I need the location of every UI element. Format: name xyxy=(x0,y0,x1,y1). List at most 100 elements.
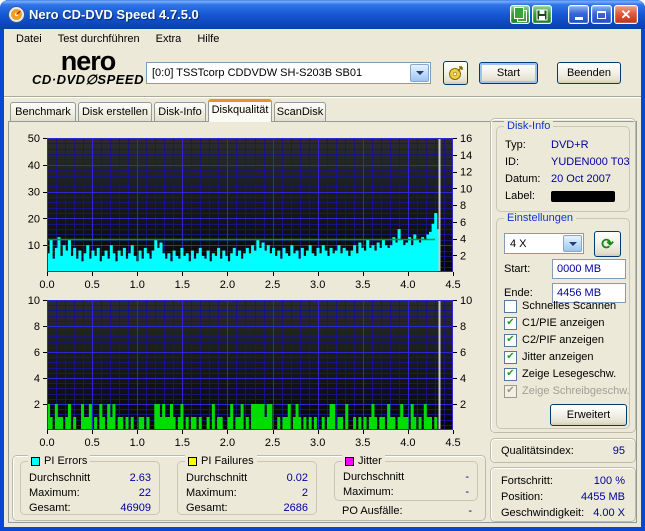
svg-text:0.5: 0.5 xyxy=(84,279,99,290)
disk-label-label: Label: xyxy=(505,190,535,202)
checkbox-read-speed[interactable]: ✔ Zeige Lesegeschw. xyxy=(504,367,630,381)
position-label: Position: xyxy=(501,490,544,503)
advanced-button-label: Erweitert xyxy=(566,409,611,421)
chevron-down-icon xyxy=(415,71,424,75)
svg-text:3.5: 3.5 xyxy=(355,437,370,449)
svg-text:2: 2 xyxy=(460,250,466,262)
menu-extra[interactable]: Extra xyxy=(148,31,190,47)
speed-label: Geschwindigkeit: xyxy=(501,506,585,519)
disk-id-label: ID: xyxy=(505,156,520,168)
eject-button[interactable] xyxy=(443,61,468,85)
quit-button[interactable]: Beenden xyxy=(557,62,621,84)
checkbox-c2-pif[interactable]: ✔ C2/PIF anzeigen xyxy=(504,333,630,347)
svg-text:2.5: 2.5 xyxy=(265,437,280,449)
pi-errors-max-value: 22 xyxy=(138,486,151,499)
floppy-disk-icon xyxy=(536,9,548,20)
disk-label-redacted xyxy=(551,190,615,202)
tab-disk-info[interactable]: Disk-Info xyxy=(154,102,206,121)
svg-text:10: 10 xyxy=(460,295,472,307)
checkbox-box xyxy=(504,299,517,313)
minimize-button[interactable] xyxy=(568,5,589,24)
disk-typ-label: Typ: xyxy=(505,139,526,151)
quality-label: Qualitätsindex: xyxy=(501,444,574,457)
settings-checkbox-list: Schnelles Scannen ✔ C1/PIE anzeigen ✔ C2/PIF… xyxy=(504,299,630,398)
pi-errors-chart: 10 20 30 40 50 2 4 6 8 10 12 14 16 0.0 0.5 1.0 1.5 2.0 2.5… xyxy=(28,133,473,290)
maximize-button[interactable] xyxy=(591,5,612,24)
checkbox-box: ✔ xyxy=(504,333,517,347)
minimize-icon xyxy=(574,17,583,20)
quality-value: 95 xyxy=(612,444,625,457)
disk-id-value: YUDEN000 T03 xyxy=(551,156,630,168)
pi-failures-max-label: Maximum: xyxy=(186,486,237,499)
svg-text:4.0: 4.0 xyxy=(400,279,415,290)
jitter-avg-label: Durchschnitt xyxy=(343,470,405,483)
save-button[interactable] xyxy=(532,5,552,24)
advanced-button[interactable]: Erweitert xyxy=(550,404,627,426)
menu-datei[interactable]: Datei xyxy=(8,31,50,47)
progress-label: Fortschritt: xyxy=(501,474,553,487)
start-pos-input[interactable] xyxy=(552,259,626,279)
svg-text:8: 8 xyxy=(460,321,466,333)
window-title: Nero CD-DVD Speed 4.7.5.0 xyxy=(29,7,199,22)
pi-errors-max-label: Maximum: xyxy=(29,486,80,499)
tab-diskqualitaet[interactable]: Diskqualität xyxy=(208,99,272,122)
pi-failures-total-value: 2686 xyxy=(283,501,308,514)
svg-text:3.0: 3.0 xyxy=(310,437,325,449)
jitter-avg-value: - xyxy=(465,470,469,483)
copy-to-clipboard-button[interactable] xyxy=(510,5,530,24)
checkbox-label: Zeige Schreibgeschw. xyxy=(522,385,630,397)
checkbox-jitter[interactable]: ✔ Jitter anzeigen xyxy=(504,350,630,364)
refresh-button[interactable]: ⟳ xyxy=(594,231,621,257)
disk-info-group: Disk-Info Typ: DVD+R ID: YUDEN000 T03 Da… xyxy=(496,120,630,212)
svg-text:6: 6 xyxy=(460,217,466,229)
po-failures-row: PO Ausfälle: - xyxy=(342,504,472,517)
nero-logo: nero CD·DVD∅SPEED xyxy=(12,48,164,87)
svg-text:1.0: 1.0 xyxy=(130,279,145,290)
app-window: Nero CD-DVD Speed 4.7.5.0 ✕ Datei Test d… xyxy=(0,0,645,531)
jitter-stats-title: Jitter xyxy=(358,455,382,467)
jitter-legend-swatch xyxy=(345,456,354,466)
svg-text:12: 12 xyxy=(460,167,472,179)
jitter-max-value: - xyxy=(465,485,469,498)
svg-text:10: 10 xyxy=(28,295,40,307)
svg-text:8: 8 xyxy=(460,200,466,212)
disk-datum-value: 20 Oct 2007 xyxy=(551,173,611,185)
start-button[interactable]: Start xyxy=(479,62,538,84)
svg-text:2.0: 2.0 xyxy=(220,437,235,449)
position-value: 4455 MB xyxy=(580,490,625,503)
checkbox-fast-scan[interactable]: Schnelles Scannen xyxy=(504,299,630,313)
menu-test-durchfuehren[interactable]: Test durchführen xyxy=(50,31,148,47)
tab-disk-erstellen[interactable]: Disk erstellen xyxy=(78,102,152,121)
svg-text:1.5: 1.5 xyxy=(175,279,190,290)
drive-select[interactable]: [0:0] TSSTcorp CDDVDW SH-S203B SB01 xyxy=(146,62,431,84)
checkbox-label: C1/PIE anzeigen xyxy=(522,317,605,329)
header-separator xyxy=(4,96,641,98)
pi-errors-stats-title: PI Errors xyxy=(44,455,88,467)
checkbox-label: Zeige Lesegeschw. xyxy=(522,368,617,380)
tab-scandisk[interactable]: ScanDisk xyxy=(274,102,326,121)
speed-select[interactable]: 4 X xyxy=(504,233,584,254)
chevron-down-icon xyxy=(568,241,577,246)
menu-hilfe[interactable]: Hilfe xyxy=(189,31,227,47)
close-button[interactable]: ✕ xyxy=(614,5,638,24)
settings-title: Einstellungen xyxy=(504,212,577,224)
speed-select-arrow[interactable] xyxy=(563,235,582,252)
svg-text:16: 16 xyxy=(460,133,472,145)
svg-text:4: 4 xyxy=(460,373,466,385)
svg-text:40: 40 xyxy=(28,160,40,172)
svg-text:4.5: 4.5 xyxy=(445,437,460,449)
svg-text:2: 2 xyxy=(34,399,40,411)
svg-text:10: 10 xyxy=(460,183,472,195)
svg-text:50: 50 xyxy=(28,133,40,145)
app-icon xyxy=(8,6,25,23)
tab-benchmark[interactable]: Benchmark xyxy=(10,102,76,121)
svg-text:3.0: 3.0 xyxy=(310,279,325,290)
copy-icon xyxy=(513,7,527,22)
pi-errors-stats-group: PI Errors Durchschnitt 2.63 Maximum: 22 Ge… xyxy=(20,455,160,515)
pi-failures-chart: 2 4 6 8 10 2 4 6 8 10 0.0 0.5 1.0 1.5 2.0 2.5 3.0 3.5 4.0 4… xyxy=(28,295,473,449)
drive-select-arrow[interactable] xyxy=(410,64,429,82)
maximize-icon xyxy=(597,10,606,19)
pi-failures-stats-group: PI Failures Durchschnitt 0.02 Maximum: 2 G… xyxy=(177,455,317,515)
checkbox-c1-pie[interactable]: ✔ C1/PIE anzeigen xyxy=(504,316,630,330)
pi-errors-total-value: 46909 xyxy=(120,501,151,514)
